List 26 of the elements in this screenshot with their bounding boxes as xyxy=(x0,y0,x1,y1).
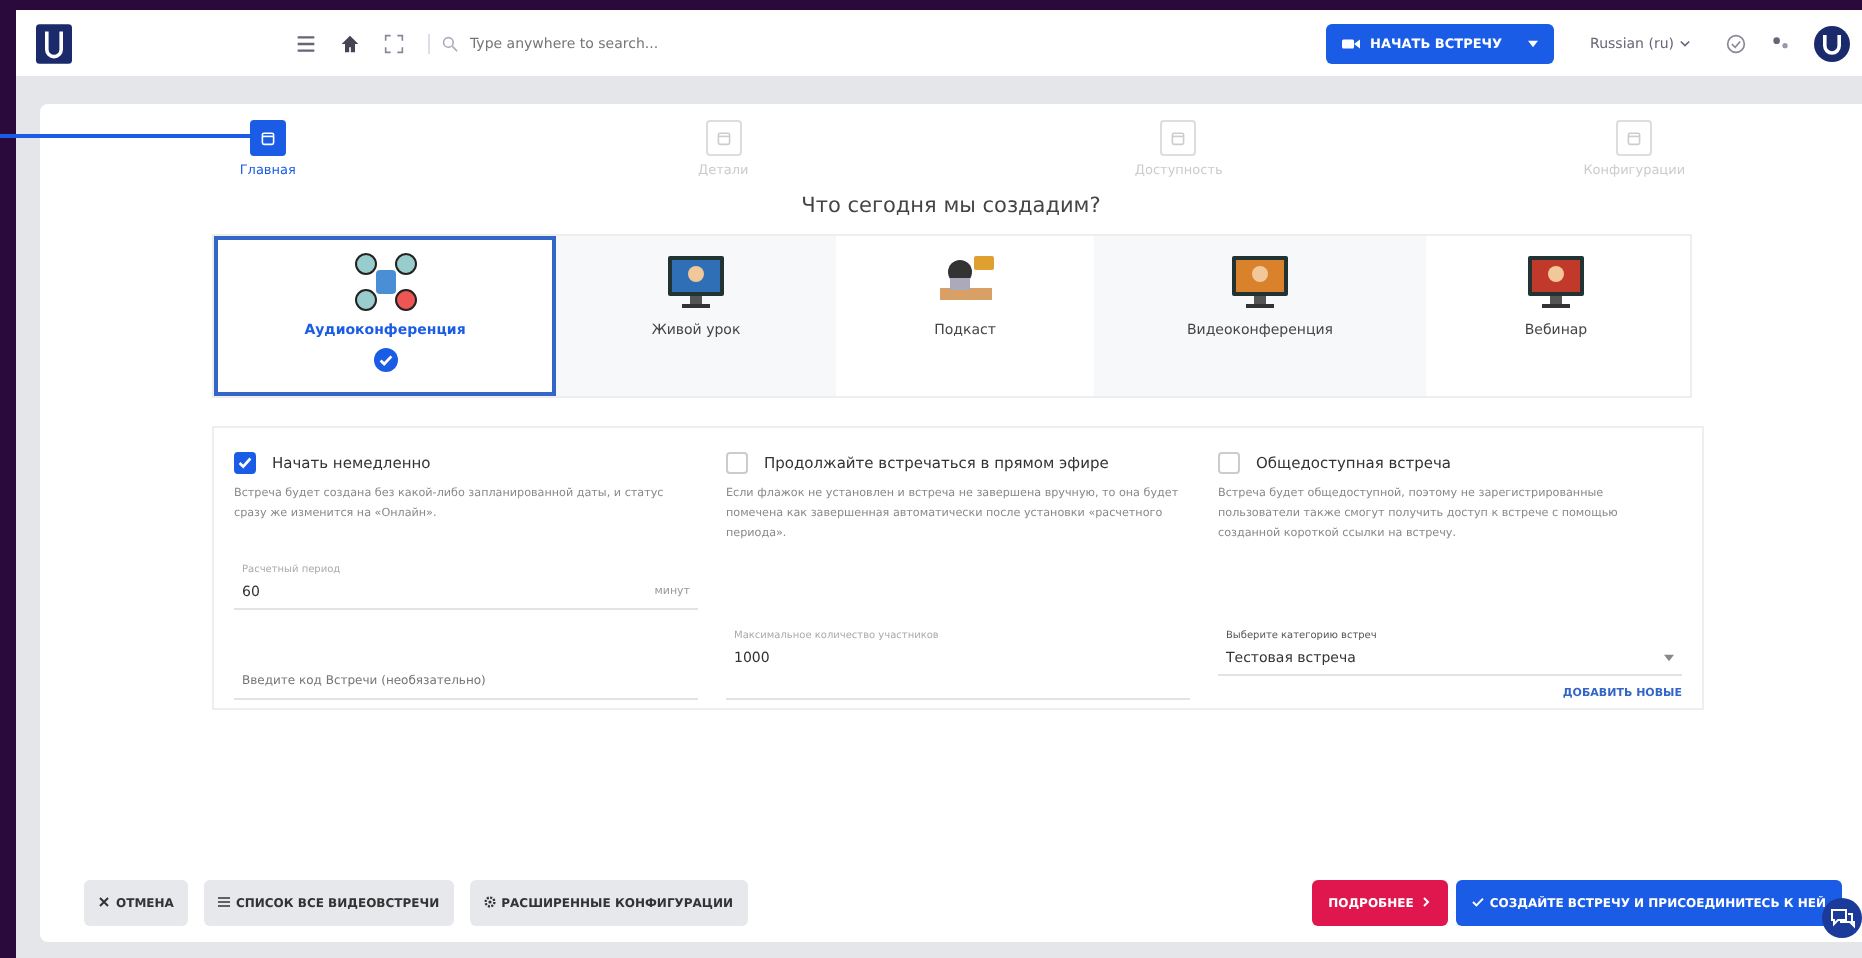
list-icon xyxy=(217,895,230,907)
video-grid-icon xyxy=(1228,252,1292,312)
check-icon xyxy=(236,454,254,472)
logo-icon xyxy=(36,23,72,63)
home-icon[interactable] xyxy=(340,33,360,53)
fullscreen-icon[interactable] xyxy=(384,33,404,53)
settings-icon xyxy=(483,895,496,907)
people-network-icon xyxy=(353,252,417,312)
chevron-right-icon xyxy=(1419,895,1432,907)
close-icon xyxy=(98,895,110,907)
toggle-icon[interactable] xyxy=(1770,33,1790,53)
search-icon xyxy=(442,35,458,51)
avatar-icon[interactable] xyxy=(1814,25,1850,61)
caret-icon xyxy=(1528,39,1539,47)
chat-icon[interactable] xyxy=(1822,898,1862,938)
webinar-screen-icon xyxy=(1524,252,1588,312)
menu-icon[interactable] xyxy=(296,33,316,53)
step-icon[interactable] xyxy=(249,120,286,156)
check-circle-icon[interactable] xyxy=(1726,33,1746,53)
check-circle-icon xyxy=(373,348,397,372)
monitor-teacher-icon xyxy=(664,252,728,312)
page-heading: Что сегодня мы создадим? xyxy=(799,194,1103,218)
caret-icon xyxy=(1664,654,1674,663)
camera-icon xyxy=(1342,37,1360,49)
check-icon xyxy=(1471,895,1484,907)
chevron-icon xyxy=(1680,39,1690,47)
